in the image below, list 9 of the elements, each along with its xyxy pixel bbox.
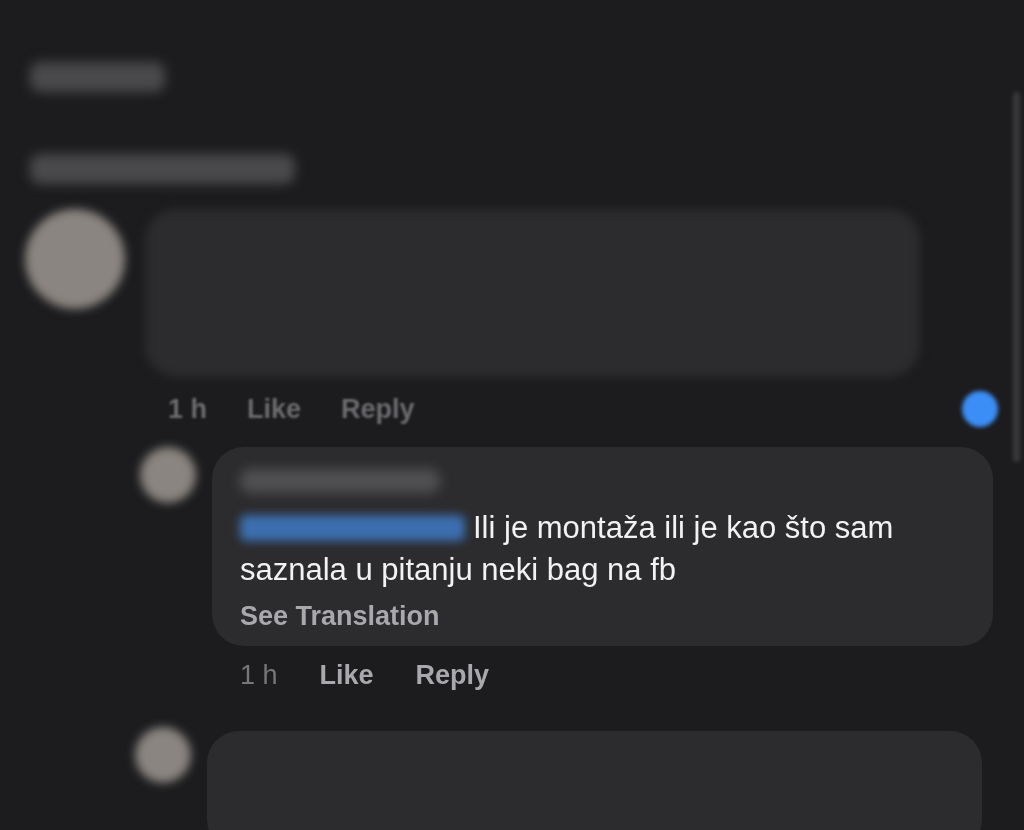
- comment-action[interactable]: Reply: [415, 660, 490, 691]
- comment-text: saznala u pitanju neki bag na fb: [240, 551, 677, 589]
- avatar: [140, 447, 196, 503]
- avatar: [135, 727, 191, 783]
- see-translation-link[interactable]: See Translation: [240, 601, 969, 632]
- comment-action[interactable]: Like: [319, 660, 374, 691]
- comment-text: Ili je montaža ili je kao što sam: [473, 509, 894, 547]
- timestamp: 1 h: [240, 660, 278, 691]
- timestamp: 1 h: [168, 393, 207, 425]
